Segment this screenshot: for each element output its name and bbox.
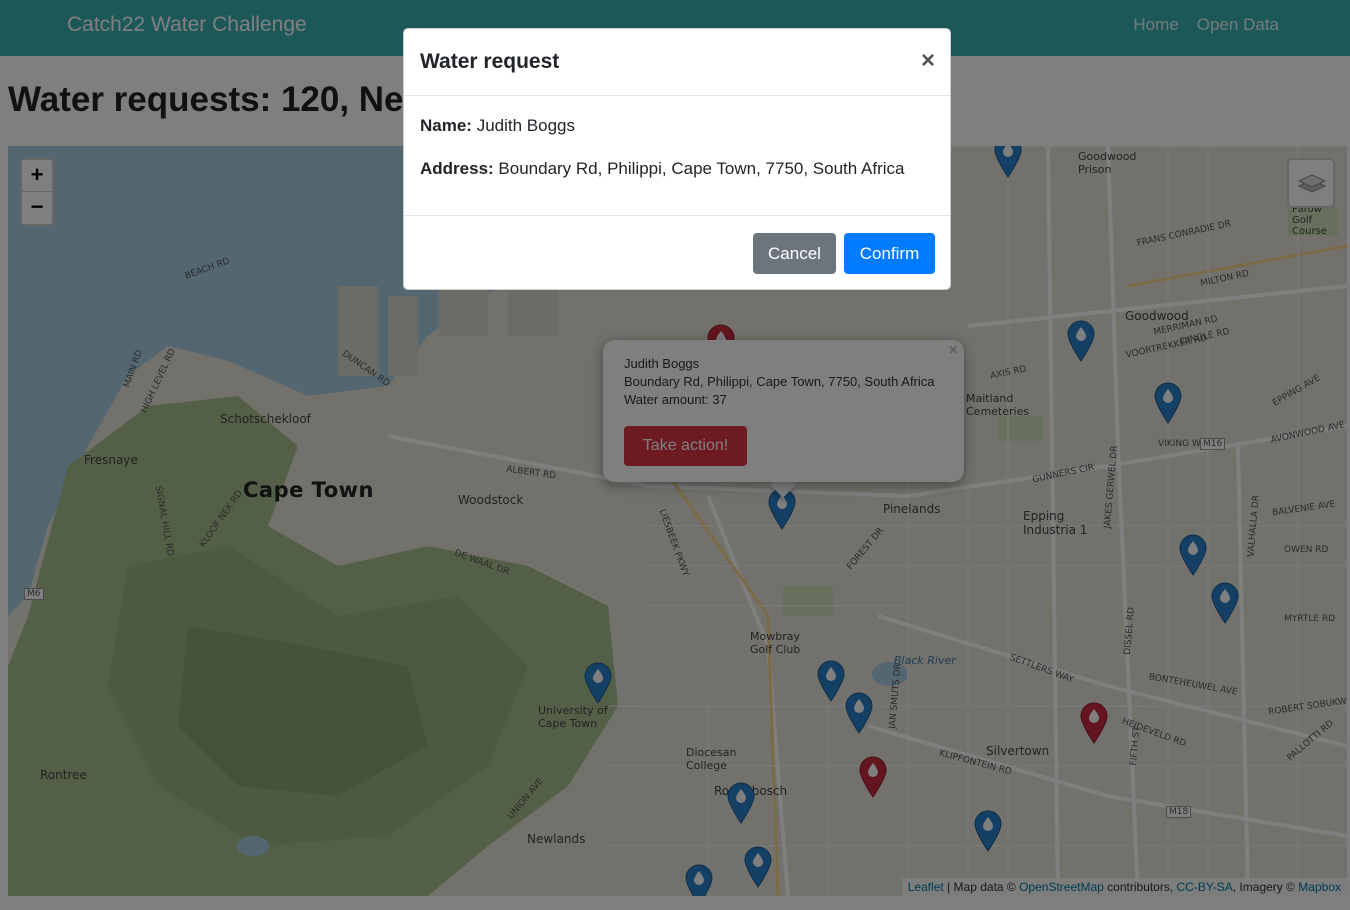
name-field: Name: Judith Boggs bbox=[420, 116, 575, 136]
modal-body: Name: Judith Boggs Address: Boundary Rd,… bbox=[404, 96, 950, 216]
modal-footer: Cancel Confirm bbox=[404, 216, 950, 290]
confirm-button[interactable]: Confirm bbox=[844, 233, 935, 274]
address-value: Boundary Rd, Philippi, Cape Town, 7750, … bbox=[493, 159, 905, 178]
modal-title: Water request bbox=[420, 50, 560, 73]
water-request-modal: Water request × Name: Judith Boggs Addre… bbox=[403, 28, 951, 290]
name-label: Name: bbox=[420, 116, 472, 135]
modal-header: Water request × bbox=[404, 29, 950, 96]
close-icon[interactable]: × bbox=[921, 49, 935, 73]
name-value: Judith Boggs bbox=[471, 116, 575, 135]
cancel-button[interactable]: Cancel bbox=[753, 233, 836, 274]
address-label: Address: bbox=[420, 159, 494, 178]
address-field: Address: Boundary Rd, Philippi, Cape Tow… bbox=[420, 159, 904, 179]
